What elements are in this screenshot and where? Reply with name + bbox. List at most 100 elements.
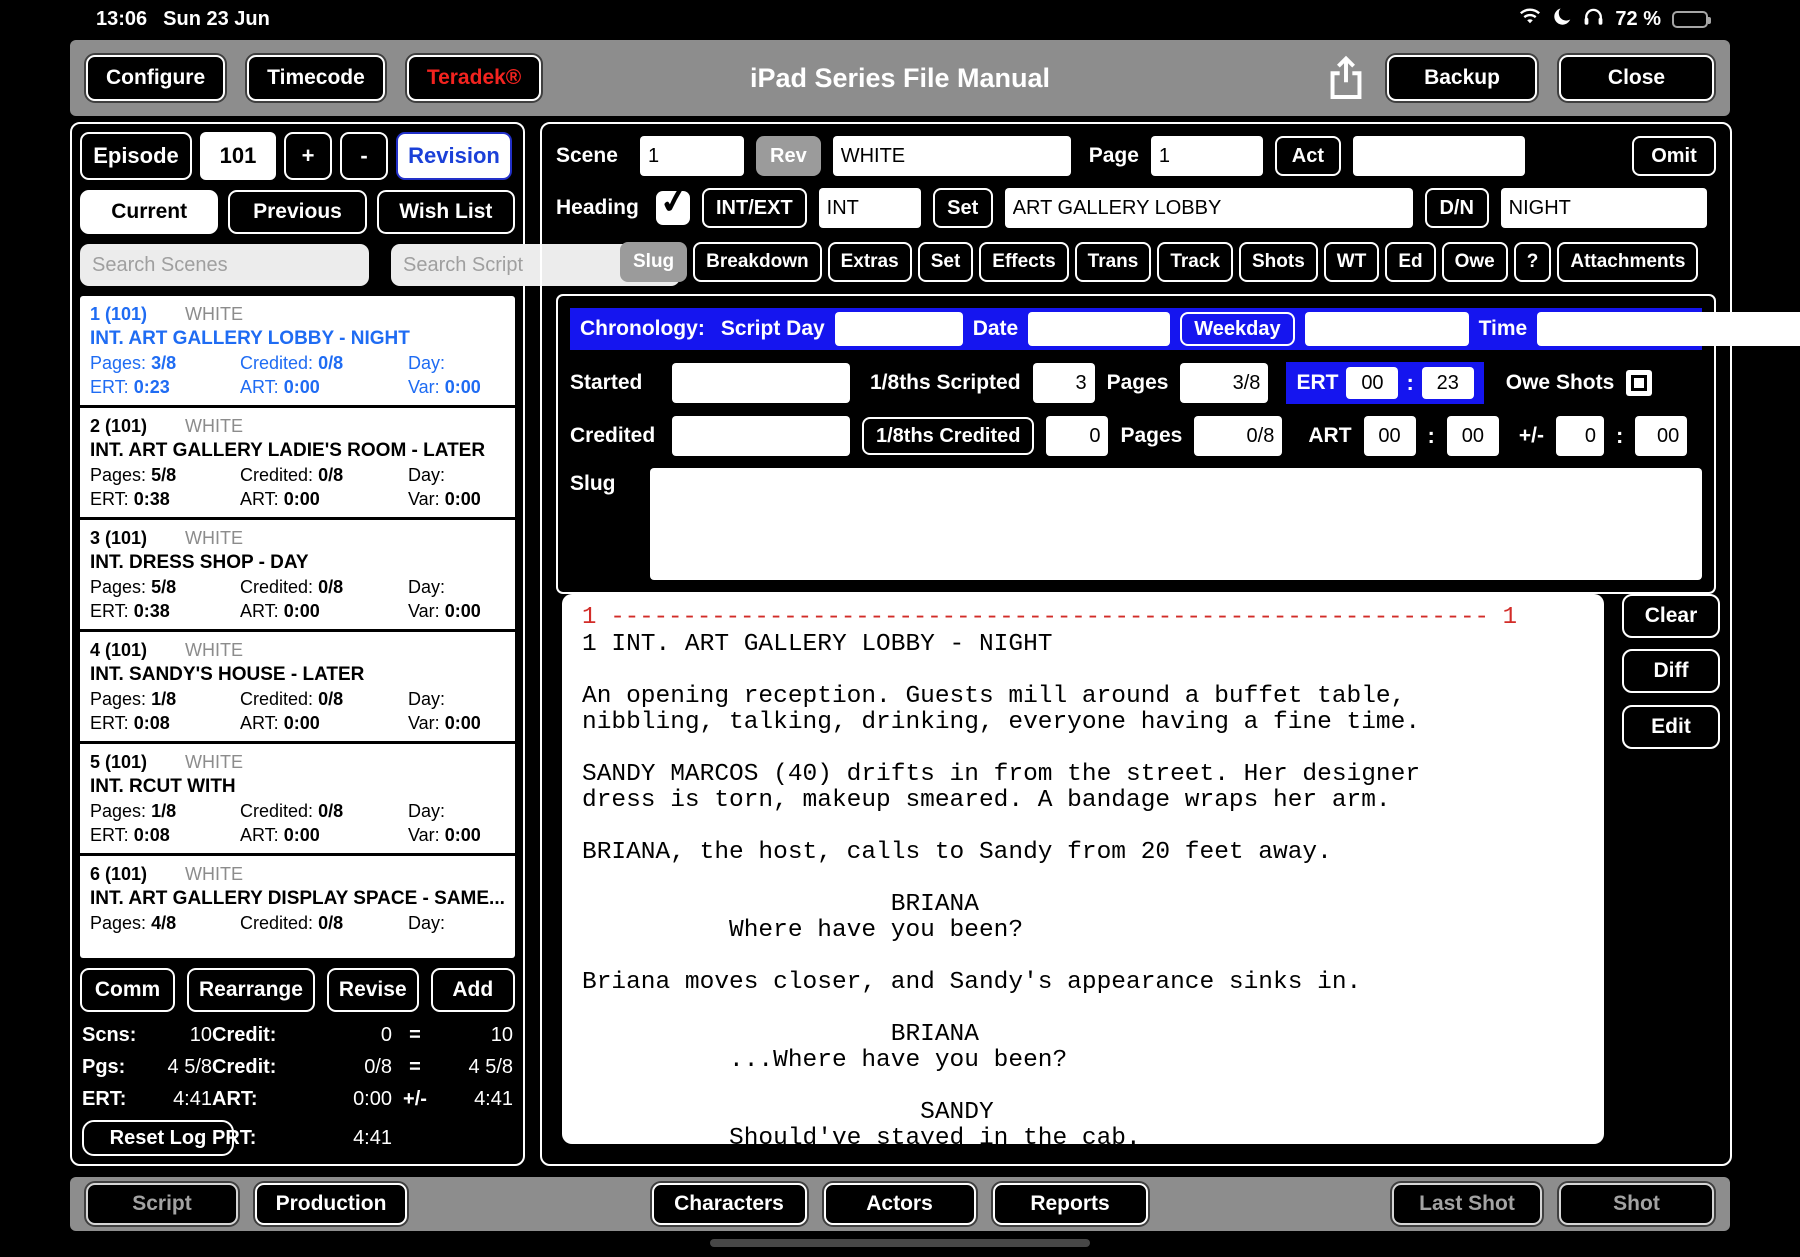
ert-label: ERT: [90,601,129,621]
scene-list-item-3[interactable]: 3 (101) WHITE INT. DRESS SHOP - DAY Pages… [80,520,515,632]
credited-value: 0/8 [318,801,344,821]
share-icon[interactable] [1327,55,1365,101]
slug-textarea[interactable] [650,468,1702,580]
day-night-input[interactable] [1500,188,1707,228]
tab-question[interactable]: ? [1513,242,1552,282]
day-label: Day: [408,465,446,485]
episode-button[interactable]: Episode [80,132,192,180]
tab-wt[interactable]: WT [1323,242,1380,282]
pages-credited-input[interactable] [1194,416,1283,456]
teradek-button[interactable]: Teradek® [406,55,542,101]
rearrange-button[interactable]: Rearrange [187,968,315,1012]
actors-button[interactable]: Actors [823,1183,976,1225]
episode-minus-button[interactable]: - [340,132,388,180]
art-total-value: 0:00 [353,1088,392,1110]
pages-scripted-input[interactable] [1180,363,1269,403]
weekday-button[interactable]: Weekday [1180,312,1295,346]
scene-number-input[interactable] [640,136,744,176]
revision-button[interactable]: Revision [396,132,512,180]
eighths-credited-button[interactable]: 1/8ths Credited [862,417,1035,455]
credited-input[interactable] [672,416,850,456]
weekday-input[interactable] [1304,312,1469,346]
int-ext-input[interactable] [818,188,921,228]
script-day-input[interactable] [834,312,963,346]
scene-list-item-2[interactable]: 2 (101) WHITE INT. ART GALLERY LADIE'S RO… [80,408,515,520]
home-indicator[interactable] [710,1239,1090,1247]
tab-previous[interactable]: Previous [228,190,367,234]
revision-color-input[interactable] [832,136,1071,176]
tab-effects[interactable]: Effects [979,242,1069,282]
owe-shots-label: Owe Shots [1505,371,1615,394]
reports-button[interactable]: Reports [992,1183,1148,1225]
ert-minutes-input[interactable] [1421,367,1474,399]
started-input[interactable] [672,363,850,403]
scene-heading: INT. ART GALLERY LOBBY - NIGHT [90,328,410,349]
episode-number-input[interactable] [200,132,276,180]
credited-value: 0/8 [318,465,344,485]
day-night-button[interactable]: D/N [1424,188,1489,228]
backup-button[interactable]: Backup [1387,55,1537,101]
art-value: 0:00 [283,489,320,509]
tab-shots[interactable]: Shots [1239,242,1318,282]
act-input[interactable] [1352,136,1525,176]
script-preview[interactable]: 1 --------------------------------------… [562,594,1604,1144]
omit-button[interactable]: Omit [1632,136,1716,176]
art-label: ART: [240,825,279,845]
clear-button[interactable]: Clear [1622,594,1720,638]
add-button[interactable]: Add [430,968,515,1012]
last-shot-button[interactable]: Last Shot [1392,1183,1542,1225]
scene-list-item-5[interactable]: 5 (101) WHITE INT. RCUT WITH Pages: 1/8 Cr… [80,744,515,856]
ert-hours-input[interactable] [1346,367,1399,399]
tab-extras[interactable]: Extras [827,242,912,282]
set-button[interactable]: Set [932,188,993,228]
scene-heading: INT. DRESS SHOP - DAY [90,552,309,573]
scene-list-item-4[interactable]: 4 (101) WHITE INT. SANDY'S HOUSE - LATER … [80,632,515,744]
tab-ed[interactable]: Ed [1385,242,1436,282]
started-label: Started [570,371,643,394]
shot-button[interactable]: Shot [1559,1183,1714,1225]
characters-button[interactable]: Characters [651,1183,807,1225]
tab-track[interactable]: Track [1157,242,1233,282]
revise-button[interactable]: Revise [326,968,419,1012]
do-not-disturb-moon-icon [1553,5,1575,32]
scene-list-item-6[interactable]: 6 (101) WHITE INT. ART GALLERY DISPLAY SP… [80,856,515,958]
configure-button[interactable]: Configure [86,55,226,101]
int-ext-button[interactable]: INT/EXT [702,188,807,228]
time-input[interactable] [1537,312,1800,346]
art-minutes-input[interactable] [1446,416,1499,456]
rev-button[interactable]: Rev [756,136,821,176]
tab-current[interactable]: Current [80,190,219,234]
heading-checkbox[interactable]: ✓ [656,178,693,225]
eighths-scripted-input[interactable] [1032,363,1095,403]
variance-hours-input[interactable] [1555,416,1604,456]
script-mode-button[interactable]: Script [86,1183,238,1225]
slug-label: Slug [570,472,616,495]
tab-trans[interactable]: Trans [1074,242,1152,282]
owe-shots-checkbox[interactable] [1626,370,1653,396]
episode-plus-button[interactable]: + [284,132,332,180]
page-number-input[interactable] [1150,136,1263,176]
comm-button[interactable]: Comm [80,968,176,1012]
diff-button[interactable]: Diff [1622,649,1720,693]
close-button[interactable]: Close [1559,55,1714,101]
tab-breakdown[interactable]: Breakdown [693,242,822,282]
tab-attachments[interactable]: Attachments [1557,242,1699,282]
edit-button[interactable]: Edit [1622,705,1720,749]
production-mode-button[interactable]: Production [255,1183,407,1225]
art-hours-input[interactable] [1363,416,1416,456]
act-button[interactable]: Act [1274,136,1341,176]
tab-set[interactable]: Set [917,242,974,282]
tab-owe[interactable]: Owe [1441,242,1508,282]
tab-wish-list[interactable]: Wish List [376,190,515,234]
scene-list-item-1[interactable]: 1 (101) WHITE INT. ART GALLERY LOBBY - NI… [80,296,515,408]
date-input[interactable] [1028,312,1171,346]
credited-label: Credited: [240,913,314,933]
eighths-credited-input[interactable] [1046,416,1109,456]
plus-minus-label: +/- [1518,424,1544,447]
set-input[interactable] [1004,188,1413,228]
search-scenes-input[interactable] [80,244,369,286]
timecode-button[interactable]: Timecode [247,55,385,101]
tab-slug[interactable]: Slug [620,242,688,282]
slug-row: Slug [570,468,1702,580]
variance-minutes-input[interactable] [1635,416,1688,456]
